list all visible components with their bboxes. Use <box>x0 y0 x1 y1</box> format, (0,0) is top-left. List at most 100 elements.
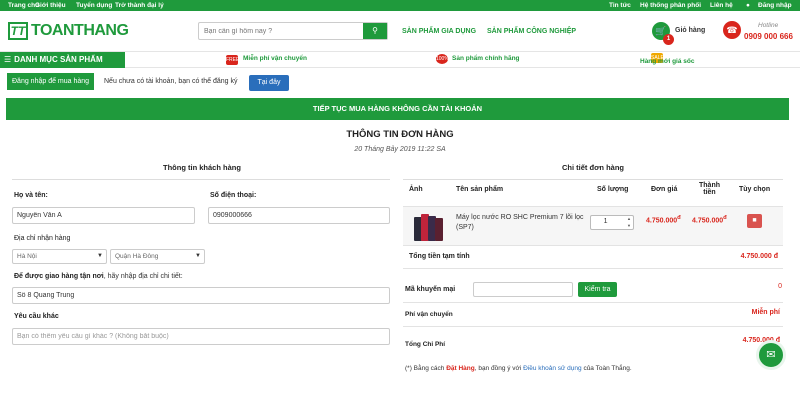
logo-mark-icon: TT <box>8 22 28 40</box>
search-box: ⚲ <box>198 22 388 40</box>
phone-icon: ☎ <box>723 21 741 39</box>
shipping-label: Phí vận chuyển <box>405 311 453 318</box>
line-total: 4.750.000đ <box>692 215 727 224</box>
divider <box>403 302 783 303</box>
cart-label: Giỏ hàng <box>675 27 706 34</box>
col-header-total: Thành tiền <box>699 182 720 196</box>
chat-button[interactable]: ✉ <box>756 340 786 370</box>
top-bar: Trang chủ Giới thiệu Tuyển dụng Trở thàn… <box>0 0 800 11</box>
city-select[interactable]: Hà Nội ▼ <box>12 249 107 264</box>
currency-mark: đ <box>677 215 681 221</box>
terms-prefix: (*) Bằng cách <box>405 365 447 372</box>
divider <box>12 179 390 180</box>
category-menu-label: DANH MỤC SẢN PHẨM <box>14 55 103 64</box>
district-select[interactable]: Quận Hà Đông ▼ <box>110 249 205 264</box>
topnav-become-dealer[interactable]: Trở thành đại lý <box>115 2 164 9</box>
address-hint-bold: Để được giao hàng tận nơi <box>14 273 104 280</box>
name-field[interactable] <box>12 207 195 224</box>
genuine-icon: 100% <box>436 54 449 64</box>
currency-mark: đ <box>723 215 727 221</box>
terms-middle: , bạn đồng ý với <box>474 365 524 372</box>
cart-count-badge: 1 <box>663 34 674 45</box>
phone-field[interactable] <box>208 207 390 224</box>
category-menu-button[interactable]: ☰ DANH MỤC SẢN PHẨM <box>0 52 125 68</box>
address-hint-rest: , hãy nhập địa chỉ chi tiết: <box>103 273 183 280</box>
terms-suffix: của Toàn Thắng. <box>581 365 632 372</box>
topnav-login[interactable]: Đăng nhập <box>758 2 792 9</box>
shipping-value: Miễn phí <box>751 309 780 316</box>
free-shipping-icon: FREE <box>226 55 240 65</box>
page-title: THÔNG TIN ĐƠN HÀNG <box>346 129 454 140</box>
terms-order-word: Đặt Hàng <box>446 365 475 372</box>
login-to-buy-button[interactable]: Đăng nhập để mua hàng <box>7 73 95 90</box>
address-hint: Để được giao hàng tận nơi, hãy nhập địa … <box>14 273 183 280</box>
menu-icon: ☰ <box>4 55 12 64</box>
col-header-total-line2: tiền <box>703 189 716 196</box>
trash-icon: ■ <box>752 217 757 224</box>
search-button[interactable]: ⚲ <box>363 23 387 39</box>
divider <box>403 179 783 180</box>
address-label: Địa chỉ nhận hàng <box>14 235 71 242</box>
total-cost-label: Tổng Chi Phí <box>405 341 446 348</box>
col-header-product: Tên sản phẩm <box>456 186 504 193</box>
unit-price: 4.750.000đ <box>646 215 681 224</box>
promo-free-shipping[interactable]: Miễn phí vận chuyển <box>243 55 307 62</box>
nav-industrial-products[interactable]: SẢN PHẨM CÔNG NGHIỆP <box>487 28 576 35</box>
check-coupon-button[interactable]: Kiểm tra <box>578 282 617 297</box>
nav-household-products[interactable]: SẢN PHẨM GIA DỤNG <box>402 28 476 35</box>
terms-of-use-link[interactable]: Điều khoản sử dụng <box>523 365 582 372</box>
city-value: Hà Nội <box>17 253 37 260</box>
customer-section-title: Thông tin khách hàng <box>163 163 241 172</box>
street-address-field[interactable] <box>12 287 390 304</box>
product-name[interactable]: Máy lọc nước RO SHC Premium 7 lõi lọc (S… <box>456 213 591 233</box>
register-here-button[interactable]: Tại đây <box>249 75 289 91</box>
col-header-options: Tùy chọn <box>739 186 771 193</box>
divider <box>403 326 783 327</box>
logo[interactable]: TT TOANTHANG <box>8 22 129 40</box>
hotline-number[interactable]: 0909 000 666 <box>744 32 793 41</box>
promo-genuine[interactable]: Sản phẩm chính hãng <box>452 55 520 62</box>
topnav-distribution[interactable]: Hệ thống phân phối <box>640 2 701 9</box>
other-request-field[interactable] <box>12 328 390 345</box>
promo-new-deals[interactable]: Hàng mới giá sốc <box>640 58 694 65</box>
topnav-contact[interactable]: Liên hệ <box>710 2 733 9</box>
chevron-down-icon: ▼ <box>97 253 103 259</box>
topnav-about[interactable]: Giới thiệu <box>35 2 66 9</box>
coupon-input[interactable] <box>473 282 573 297</box>
phone-label: Số điện thoại: <box>210 192 257 199</box>
search-icon: ⚲ <box>372 26 378 35</box>
site-header: TT TOANTHANG ⚲ SẢN PHẨM GIA DỤNG SẢN PHẨ… <box>0 11 800 51</box>
product-thumbnail[interactable] <box>413 211 443 241</box>
category-bar: ☰ DANH MỤC SẢN PHẨM FREE Miễn phí vận chu… <box>0 51 800 68</box>
chevron-down-icon: ▼ <box>195 253 201 259</box>
quantity-stepper[interactable]: 1 ▲ ▼ <box>590 215 634 230</box>
quantity-value: 1 <box>603 218 608 225</box>
col-header-unit-price: Đơn giá <box>651 186 678 193</box>
divider <box>403 268 783 269</box>
col-header-total-line1: Thành <box>699 182 720 189</box>
terms-notice: (*) Bằng cách Đặt Hàng, bạn đồng ý với Đ… <box>405 365 632 372</box>
name-label: Họ và tên: <box>14 192 48 199</box>
col-header-image: Ảnh <box>409 186 423 193</box>
chat-icon: ✉ <box>766 349 776 361</box>
hotline-label: Hotline <box>758 22 779 29</box>
stepper-arrows-icon[interactable]: ▲ ▼ <box>627 216 631 229</box>
subtotal-value: 4.750.000 đ <box>740 253 778 260</box>
line-total-value: 4.750.000 <box>692 217 724 225</box>
continue-without-account-button[interactable]: TIẾP TỤC MUA HÀNG KHÔNG CẦN TÀI KHOẢN <box>6 98 789 120</box>
search-input[interactable] <box>199 23 364 39</box>
order-date: 20 Tháng Bảy 2019 11:22 SA <box>354 146 446 153</box>
subtotal-label: Tổng tiền tạm tính <box>409 253 470 260</box>
coupon-discount: 0 <box>778 283 782 290</box>
cart-button[interactable]: 🛒 1 Giỏ hàng <box>652 20 712 45</box>
user-icon[interactable]: ● <box>746 2 750 9</box>
delete-item-button[interactable]: ■ <box>747 214 762 228</box>
unit-price-value: 4.750.000 <box>646 217 678 225</box>
topnav-news[interactable]: Tin tức <box>609 2 631 9</box>
order-section-title: Chi tiết đơn hàng <box>562 163 624 172</box>
other-request-label: Yêu cầu khác <box>14 313 59 320</box>
district-value: Quận Hà Đông <box>115 253 159 260</box>
topnav-careers[interactable]: Tuyển dụng <box>76 2 112 9</box>
col-header-quantity: Số lượng <box>597 186 629 193</box>
logo-text: TOANTHANG <box>31 22 129 39</box>
